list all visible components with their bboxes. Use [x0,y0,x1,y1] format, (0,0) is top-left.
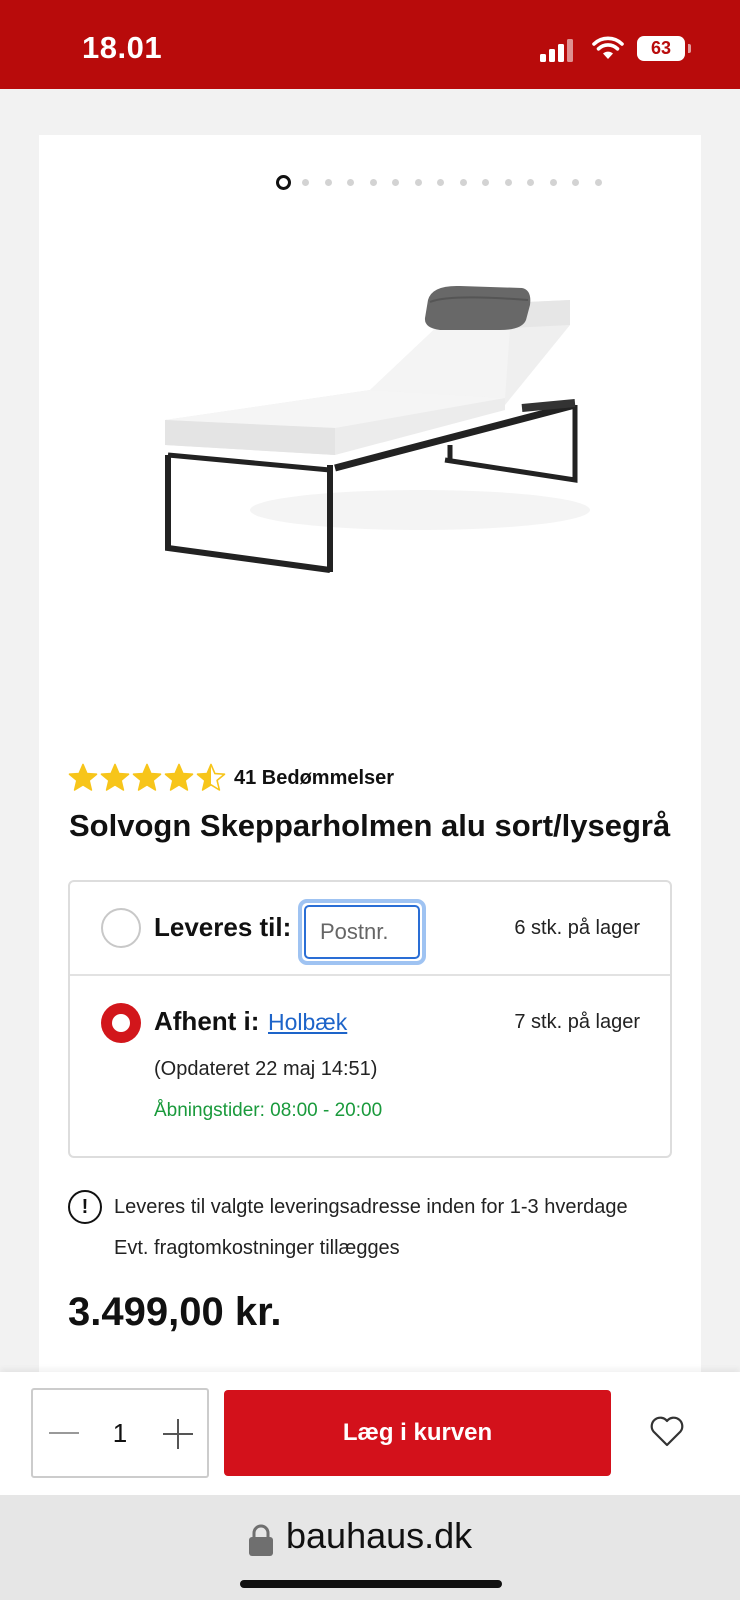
gallery-dot[interactable] [594,178,602,186]
heart-icon[interactable] [649,1414,685,1448]
product-image[interactable] [160,280,600,600]
postal-code-input[interactable] [304,905,420,959]
lock-icon [249,1524,273,1556]
gallery-dot[interactable] [527,178,534,186]
plus-icon[interactable] [163,1419,193,1449]
wifi-icon [592,36,624,59]
star-full-icon [100,763,130,791]
radio-delivery[interactable] [101,908,141,948]
gallery-dot[interactable] [549,178,557,186]
gallery-dot[interactable] [504,178,512,186]
quantity-stepper: 1 [31,1388,209,1478]
divider [70,974,670,976]
cellular-signal-icon [540,38,576,62]
browser-address-bar[interactable]: bauhaus.dk [0,1495,740,1600]
product-price: 3.499,00 kr. [68,1290,282,1334]
gallery-dot[interactable] [347,178,354,186]
gallery-dot[interactable] [572,178,579,186]
star-full-icon [164,763,194,791]
gallery-dot-active[interactable] [276,174,291,190]
opening-hours: Åbningstider: 08:00 - 20:00 [154,1100,383,1121]
delivery-label: Leveres til: [154,912,292,942]
pickup-label: Afhent i: [154,1006,260,1036]
gallery-dot[interactable] [482,178,489,186]
add-to-cart-button[interactable]: Læg i kurven [224,1390,611,1476]
postal-input-focus-ring [298,899,426,965]
browser-domain[interactable]: bauhaus.dk [286,1515,472,1557]
star-full-icon [68,763,98,791]
battery-tip [688,44,691,53]
delivery-options: Leveres til: 6 stk. på lager Afhent i: H… [68,880,672,1158]
shipping-cost-text: Evt. fragtomkostninger tillægges [114,1237,400,1259]
rating-count[interactable]: 41 Bedømmelser [234,767,394,790]
gallery-dot[interactable] [302,178,309,186]
gallery-dot[interactable] [392,178,399,186]
star-full-icon [132,763,162,791]
delivery-stock: 6 stk. på lager [514,917,640,939]
gallery-dot[interactable] [459,178,467,186]
stock-updated: (Opdateret 22 maj 14:51) [154,1058,378,1080]
home-indicator[interactable] [240,1580,502,1588]
product-title: Solvogn Skepparholmen alu sort/lysegrå [69,808,671,843]
add-to-cart-bar: 1 Læg i kurven [0,1372,740,1495]
pickup-store-link[interactable]: Holbæk [268,1009,347,1036]
radio-pickup[interactable] [101,1003,141,1043]
gallery-pagination[interactable] [276,174,617,190]
status-time: 18.01 [82,30,163,65]
battery-icon: 63 [637,36,685,61]
gallery-dot[interactable] [414,178,422,186]
gallery-dot[interactable] [369,178,377,186]
star-half-icon [196,763,226,791]
status-bar: 18.01 63 [0,0,740,89]
rating[interactable]: 41 Bedømmelser [68,763,394,793]
info-icon: ! [68,1190,102,1224]
gallery-dot[interactable] [437,178,444,186]
delivery-info-text: Leveres til valgte leveringsadresse inde… [114,1196,628,1218]
pickup-stock: 7 stk. på lager [514,1011,640,1033]
gallery-dot[interactable] [324,178,332,186]
rating-stars [68,763,226,793]
